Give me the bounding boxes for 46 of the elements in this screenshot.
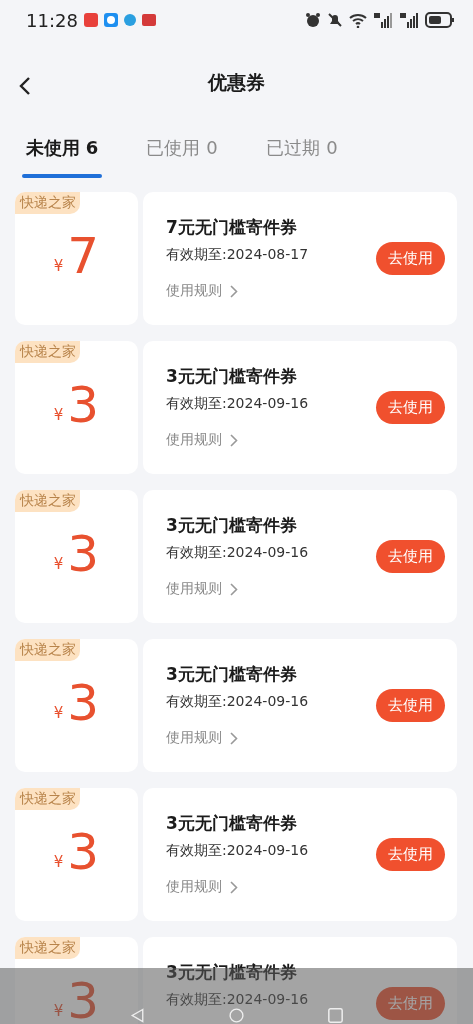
coupon-amount: 3 [67, 978, 100, 1024]
currency-symbol: ¥ [53, 704, 64, 722]
brand-tag: 快递之家 [15, 788, 80, 810]
coupon-amount: 3 [67, 382, 100, 428]
use-button[interactable]: 去使用 [376, 391, 445, 424]
currency-symbol: ¥ [53, 555, 64, 573]
use-button[interactable]: 去使用 [376, 987, 445, 1020]
rules-link[interactable]: 使用规则 [166, 729, 376, 748]
brand-tag: 快递之家 [15, 192, 80, 214]
brand-tag: 快递之家 [15, 937, 80, 959]
currency-symbol: ¥ [53, 1002, 64, 1020]
coupon-title: 3元无门槛寄件券 [166, 365, 298, 388]
rules-link[interactable]: 使用规则 [166, 431, 376, 450]
coupon-validity: 有效期至:2024-09-16 [166, 545, 310, 561]
use-button[interactable]: 去使用 [376, 689, 445, 722]
coupon-title: 3元无门槛寄件券 [166, 514, 298, 537]
coupon-validity: 有效期至:2024-09-16 [166, 992, 310, 1008]
status-time: 11:28 [26, 9, 78, 31]
rules-link[interactable]: 使用规则 [166, 580, 376, 599]
tab[interactable]: 已使用 0 [142, 126, 222, 184]
coupon-validity: 有效期至:2024-09-16 [166, 694, 310, 710]
currency-symbol: ¥ [53, 406, 64, 424]
currency-symbol: ¥ [53, 257, 64, 275]
coupon-amount: 7 [67, 233, 100, 279]
use-button[interactable]: 去使用 [376, 242, 445, 275]
coupon-amount: 3 [67, 680, 100, 726]
coupon-title: 3元无门槛寄件券 [166, 663, 298, 686]
page-title: 优惠券 [208, 70, 265, 95]
brand-tag: 快递之家 [15, 490, 80, 512]
coupon-amount: 3 [67, 829, 100, 875]
tab[interactable]: 未使用 6 [22, 126, 102, 184]
coupon-title: 3元无门槛寄件券 [166, 812, 298, 835]
tab[interactable]: 已过期 0 [262, 126, 342, 184]
use-button[interactable]: 去使用 [376, 540, 445, 573]
brand-tag: 快递之家 [15, 639, 80, 661]
coupon-validity: 有效期至:2024-09-16 [166, 396, 310, 412]
coupon-title: 3元无门槛寄件券 [166, 961, 298, 984]
coupon-title: 7元无门槛寄件券 [166, 216, 298, 239]
rules-link[interactable]: 使用规则 [166, 878, 376, 897]
coupon-amount: 3 [67, 531, 100, 577]
use-button[interactable]: 去使用 [376, 838, 445, 871]
rules-link[interactable]: 使用规则 [166, 282, 376, 301]
coupon-validity: 有效期至:2024-09-16 [166, 843, 310, 859]
brand-tag: 快递之家 [15, 341, 80, 363]
coupon-validity: 有效期至:2024-08-17 [166, 247, 310, 263]
currency-symbol: ¥ [53, 853, 64, 871]
